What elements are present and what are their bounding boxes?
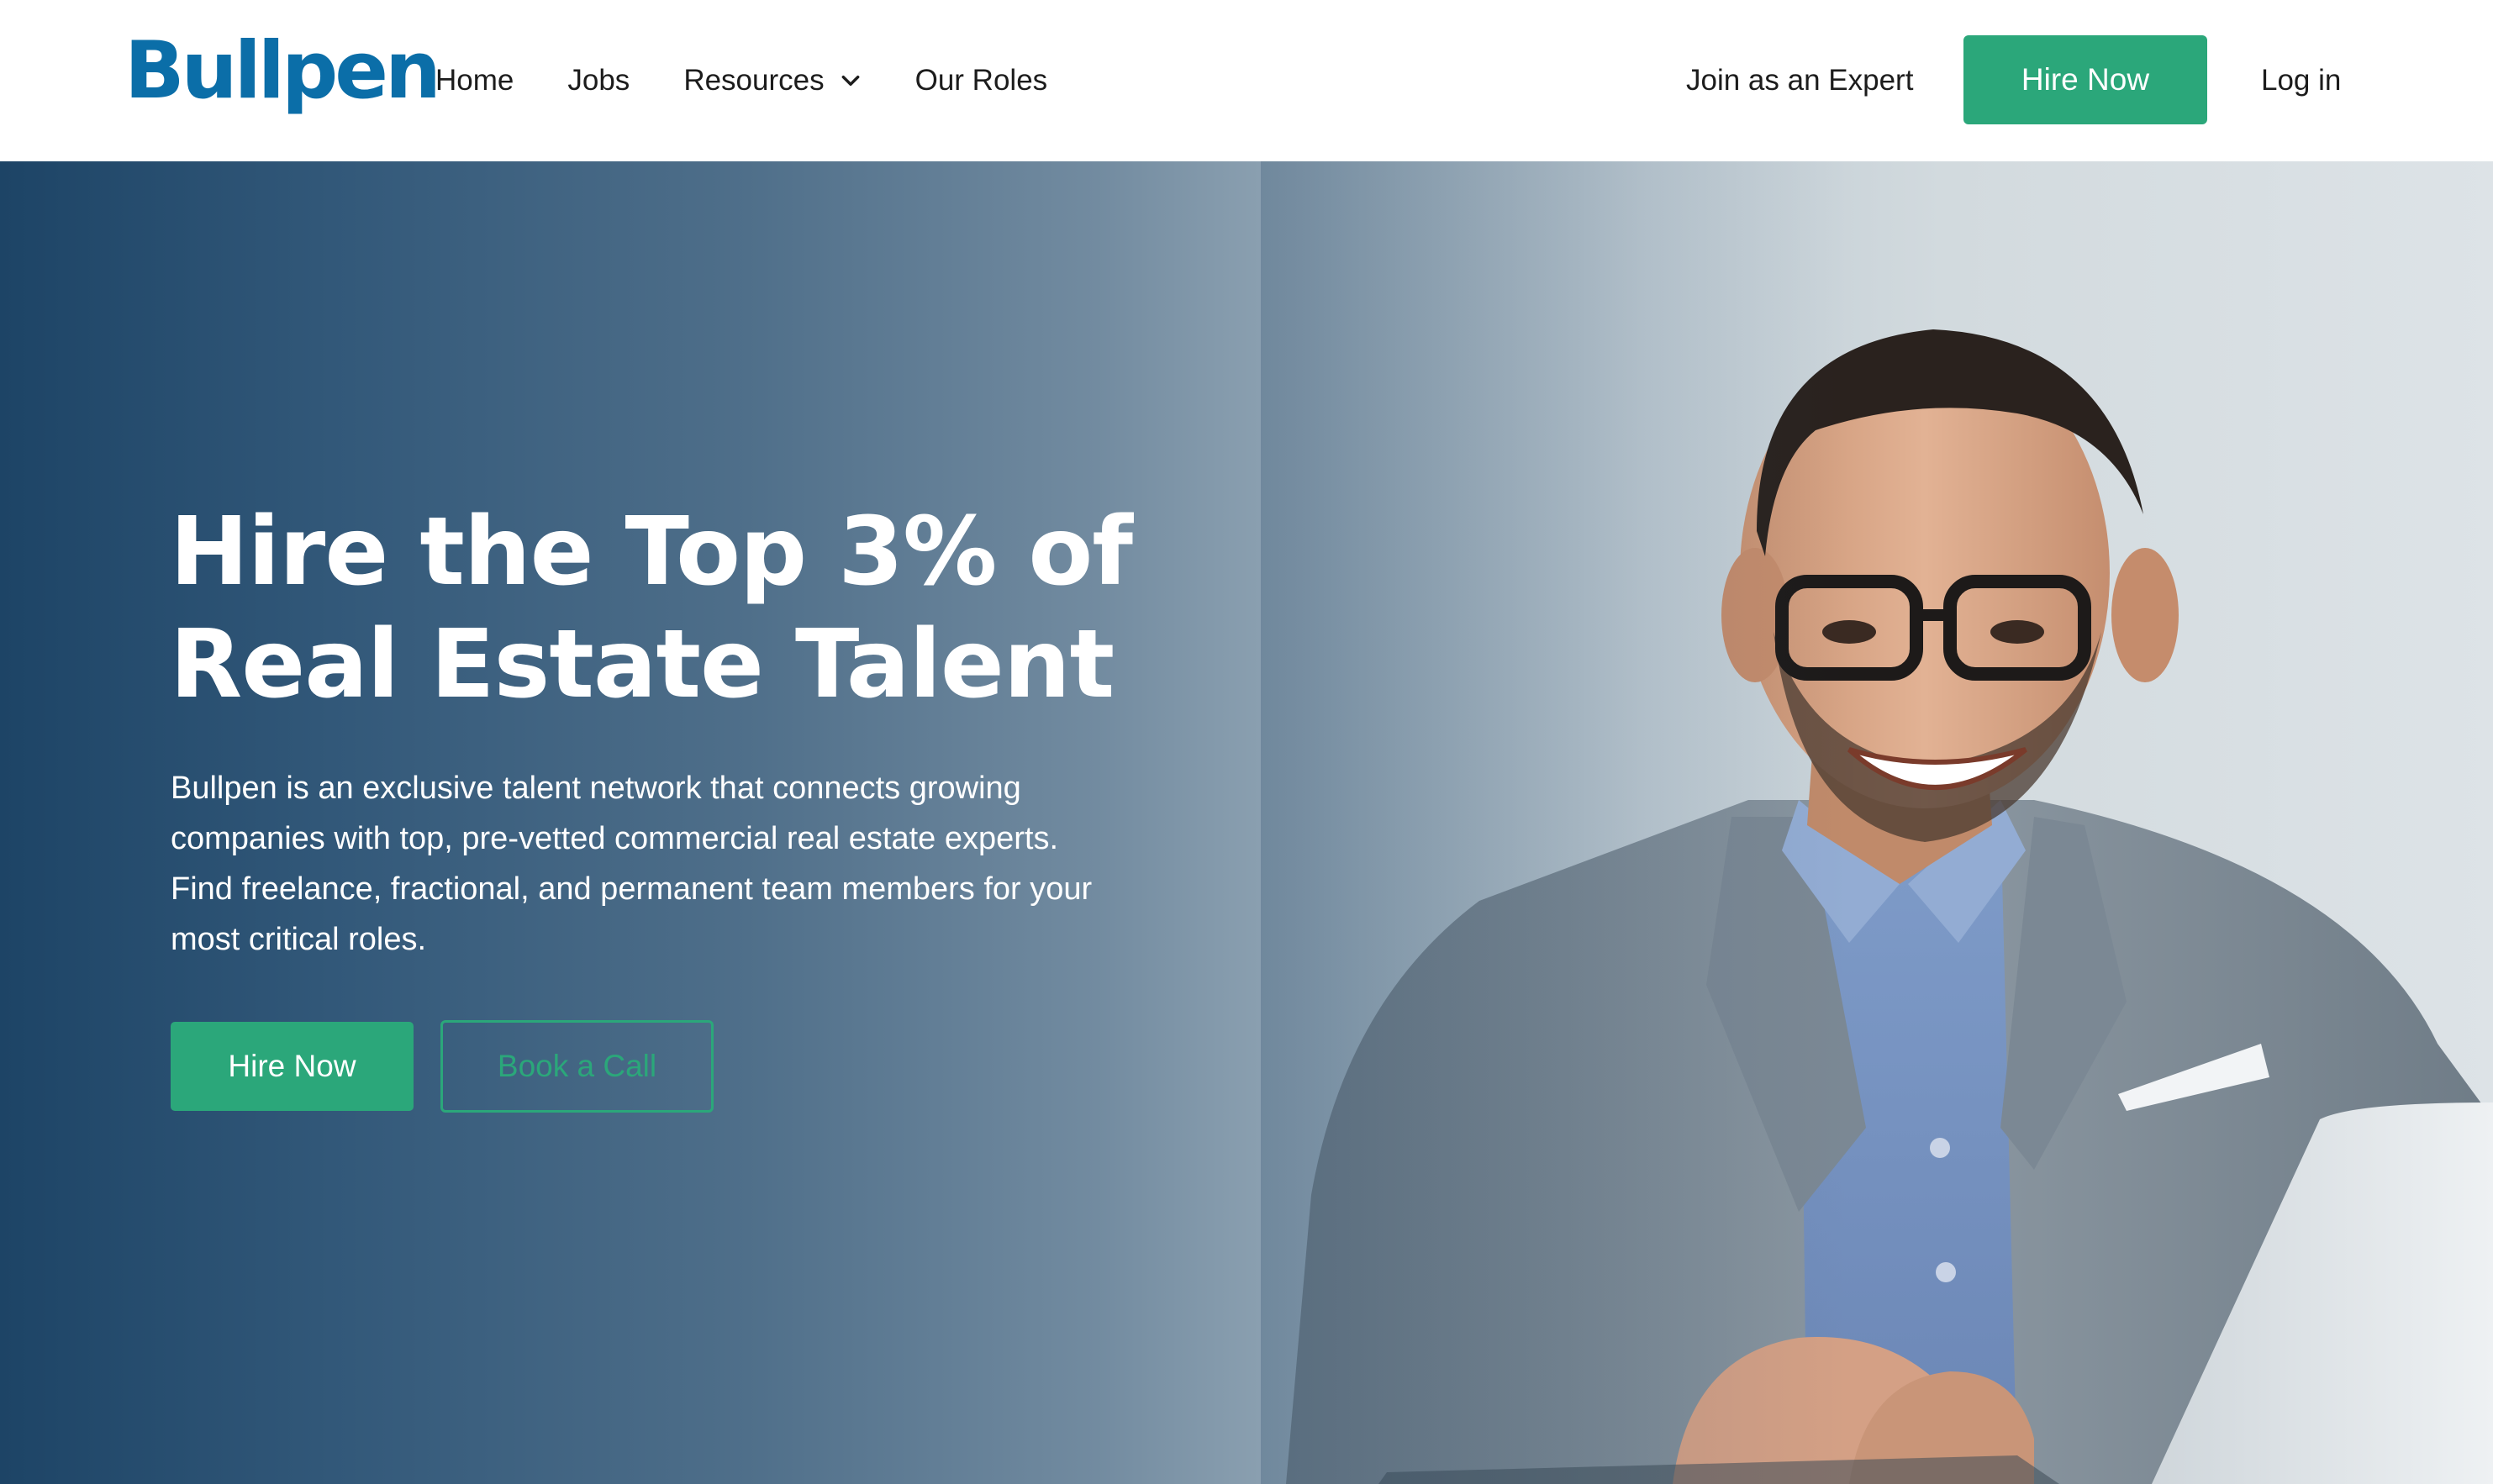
nav-jobs[interactable]: Jobs	[567, 64, 630, 97]
nav-home[interactable]: Home	[435, 64, 514, 97]
join-as-expert-link[interactable]: Join as an Expert	[1686, 64, 1913, 97]
login-link[interactable]: Log in	[2261, 64, 2341, 97]
hero-hire-now-button[interactable]: Hire Now	[171, 1022, 414, 1111]
nav-resources-label: Resources	[683, 64, 825, 97]
nav-home-label: Home	[435, 64, 514, 97]
hero-title: Hire the Top 3% of Real Estate Talent	[170, 496, 1262, 721]
nav-our-roles-label: Our Roles	[914, 64, 1048, 97]
main-nav: Home Jobs Resources Our Roles	[435, 0, 1101, 161]
hero-title-line-1: Hire the Top 3% of	[170, 497, 1133, 607]
nav-resources-dropdown[interactable]: Resources	[683, 64, 861, 97]
nav-jobs-label: Jobs	[567, 64, 630, 97]
nav-our-roles[interactable]: Our Roles	[915, 64, 1048, 97]
chevron-down-icon	[841, 75, 860, 87]
book-a-call-button[interactable]: Book a Call	[440, 1020, 714, 1113]
site-header: Bullpen Home Jobs Resources Our Roles Jo…	[0, 0, 2493, 161]
hero-description: Bullpen is an exclusive talent network t…	[171, 771, 1093, 957]
bullpen-logo[interactable]: Bullpen	[124, 32, 441, 111]
header-hire-now-button[interactable]: Hire Now	[1963, 35, 2207, 124]
hero-section: Hire the Top 3% of Real Estate Talent Bu…	[0, 161, 2493, 1484]
hero-title-line-2: Real Estate Talent	[170, 610, 1115, 719]
